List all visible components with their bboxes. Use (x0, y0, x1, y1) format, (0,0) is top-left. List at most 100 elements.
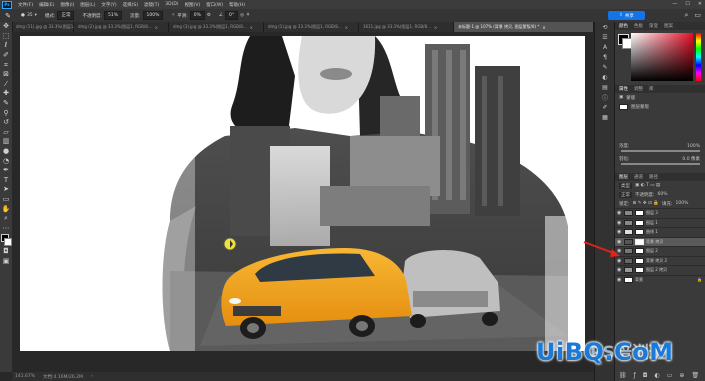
fill-value[interactable]: 100% (675, 201, 688, 206)
color-field[interactable] (631, 33, 693, 81)
rectangle-tool-icon[interactable]: ▭ (0, 195, 12, 205)
search-icon[interactable]: ⌕ (684, 11, 688, 20)
smooth-field[interactable]: 0% (189, 11, 205, 20)
menu-filter[interactable]: 滤镜(T) (144, 2, 159, 8)
blur-tool-icon[interactable]: ● (0, 147, 12, 157)
tab-document[interactable]: dmg (11).jpg @ 33.3%(图层1, RGB/8...✕ (12, 22, 99, 32)
new-layer-icon[interactable]: ⊕ (679, 372, 684, 379)
tab-paths[interactable]: 路径 (649, 174, 658, 180)
quick-mask-icon[interactable]: ◘ (0, 247, 12, 257)
type-tool-icon[interactable]: T (0, 176, 12, 186)
clone-stamp-tool-icon[interactable]: ⚲ (0, 108, 12, 118)
canvas-area[interactable] (12, 32, 594, 372)
close-icon[interactable]: ✕ (542, 25, 545, 30)
tab-patterns[interactable]: 图案 (664, 23, 673, 29)
menu-window[interactable]: 窗口(W) (206, 2, 223, 8)
close-icon[interactable]: ✕ (155, 25, 158, 30)
eye-icon[interactable]: ◉ (617, 277, 622, 283)
workspace-icon[interactable]: ▭ (694, 11, 701, 20)
layer-row[interactable]: ◉ 图层 1 (615, 217, 705, 228)
tab-document[interactable]: dmg (1).jpg @ 33.3%(图层1, RGB/8... ✕ (264, 22, 359, 32)
menu-file[interactable]: 文件(F) (18, 2, 33, 8)
eye-icon[interactable]: ◉ (617, 267, 622, 273)
mask-thumbnail[interactable] (619, 104, 628, 110)
color-picker[interactable] (615, 30, 705, 85)
close-icon[interactable]: ✕ (434, 25, 437, 30)
history-brush-tool-icon[interactable]: ↺ (0, 118, 12, 128)
layer-row[interactable]: ◉ 背景 拷贝 2 (615, 255, 705, 266)
lasso-tool-icon[interactable]: ℓ (0, 41, 12, 51)
more-tools-icon[interactable]: ⋯ (0, 223, 12, 233)
tab-adjustments[interactable]: 调整 (634, 86, 643, 92)
tab-swatches[interactable]: 色板 (634, 23, 643, 29)
zoom-level[interactable]: 141.67% (15, 374, 35, 379)
fx-icon[interactable]: ƒ (634, 372, 636, 379)
layer-kind-filter[interactable]: 类型 (619, 182, 632, 189)
close-icon[interactable]: ✕ (250, 25, 253, 30)
minimize-button[interactable]: — (672, 1, 677, 7)
tab-layers[interactable]: 图层 (619, 174, 628, 180)
close-button[interactable]: ✕ (698, 1, 702, 7)
filter-icons[interactable]: ▣ ◐ T ▭ ▤ (635, 183, 660, 188)
density-slider[interactable] (621, 150, 700, 152)
pen-tool-icon[interactable]: ✒ (0, 166, 12, 176)
info-icon[interactable]: ⓘ (595, 92, 615, 102)
lock-icons[interactable]: ⊞ ✎ ✥ ⊡ 🔒 (633, 201, 659, 206)
brush-preset-picker[interactable]: ● 35 ▾ (21, 13, 37, 18)
quick-select-tool-icon[interactable]: ✐ (0, 51, 12, 61)
menu-help[interactable]: 帮助(H) (229, 2, 245, 8)
menu-layer[interactable]: 图层(L) (80, 2, 95, 8)
add-mask-icon[interactable]: ◘ (643, 372, 648, 379)
layer-row-selected[interactable]: ◉ 背景 拷贝 (615, 236, 705, 246)
crop-tool-icon[interactable]: ⌗ (0, 60, 12, 70)
group-icon[interactable]: ▭ (667, 372, 673, 379)
brush-tool-icon[interactable]: ✎ (0, 99, 12, 109)
flow-field[interactable]: 100% (142, 11, 164, 20)
eye-icon[interactable]: ◉ (617, 210, 622, 216)
menu-select[interactable]: 选择(S) (123, 2, 138, 8)
paths-icon[interactable]: ✐ (595, 102, 615, 112)
pressure-icon[interactable]: ◎ (240, 13, 244, 18)
character-icon[interactable]: A (595, 42, 615, 52)
path-select-tool-icon[interactable]: ➤ (0, 185, 12, 195)
tab-properties[interactable]: 属性 (619, 86, 628, 92)
hand-tool-icon[interactable]: ✋ (0, 204, 12, 214)
angle-field[interactable]: 0° (224, 11, 239, 20)
layer-opacity-value[interactable]: 60% (658, 192, 668, 197)
brush-tool-icon[interactable]: ✎ (3, 11, 13, 20)
menu-edit[interactable]: 编辑(E) (39, 2, 54, 8)
frame-tool-icon[interactable]: ⊠ (0, 70, 12, 80)
document-canvas[interactable] (20, 36, 585, 351)
link-icon[interactable]: ⛓ (619, 372, 627, 379)
brush-settings-icon[interactable]: ✎ (595, 62, 615, 72)
move-tool-icon[interactable]: ✥ (0, 22, 12, 32)
hue-slider[interactable] (696, 33, 701, 81)
menu-type[interactable]: 文字(Y) (101, 2, 116, 8)
airbrush-icon[interactable]: ✧ (171, 13, 175, 18)
paragraph-icon[interactable]: ¶ (595, 52, 615, 62)
gear-icon[interactable]: ⚙ (207, 13, 211, 18)
eyedropper-tool-icon[interactable]: ⁄ (0, 80, 12, 90)
tab-document[interactable]: dmg (3).jpg @ 33.3%(图层1, RGB/8... ✕ (169, 22, 264, 32)
layer-row[interactable]: ◉ 曲线 1 (615, 227, 705, 237)
healing-brush-tool-icon[interactable]: ✚ (0, 89, 12, 99)
properties-icon[interactable]: ☰ (595, 32, 615, 42)
swatches-icon[interactable]: ▦ (595, 112, 615, 122)
tab-gradients[interactable]: 渐变 (649, 23, 658, 29)
layer-row[interactable]: ◉ 图层 2 拷贝 (615, 265, 705, 275)
chevron-right-icon[interactable]: › (91, 374, 93, 379)
symmetry-icon[interactable]: ⚘ (246, 13, 250, 18)
layer-row[interactable]: ◉ 背景 🔒 (615, 274, 705, 285)
feather-value[interactable]: 0.0 像素 (682, 156, 700, 162)
trash-icon[interactable]: 🗑 (691, 372, 699, 379)
blend-mode-select[interactable]: 正常 (619, 191, 632, 198)
tab-document[interactable]: dmg (2).jpg @ 33.3%(图层1, RGB/8... ✕ (74, 22, 169, 32)
layer-row[interactable]: ◉ 图层 3 (615, 208, 705, 218)
swatch-colors-icon[interactable] (0, 233, 12, 247)
dodge-tool-icon[interactable]: ◔ (0, 156, 12, 166)
screen-mode-icon[interactable]: ▣ (0, 257, 12, 267)
tab-color[interactable]: 颜色 (619, 23, 628, 29)
layer-row[interactable]: ◉ 图层 2 (615, 246, 705, 256)
share-button[interactable]: ⇪ 共享 (608, 11, 645, 20)
tab-libraries[interactable]: 库 (649, 86, 654, 92)
